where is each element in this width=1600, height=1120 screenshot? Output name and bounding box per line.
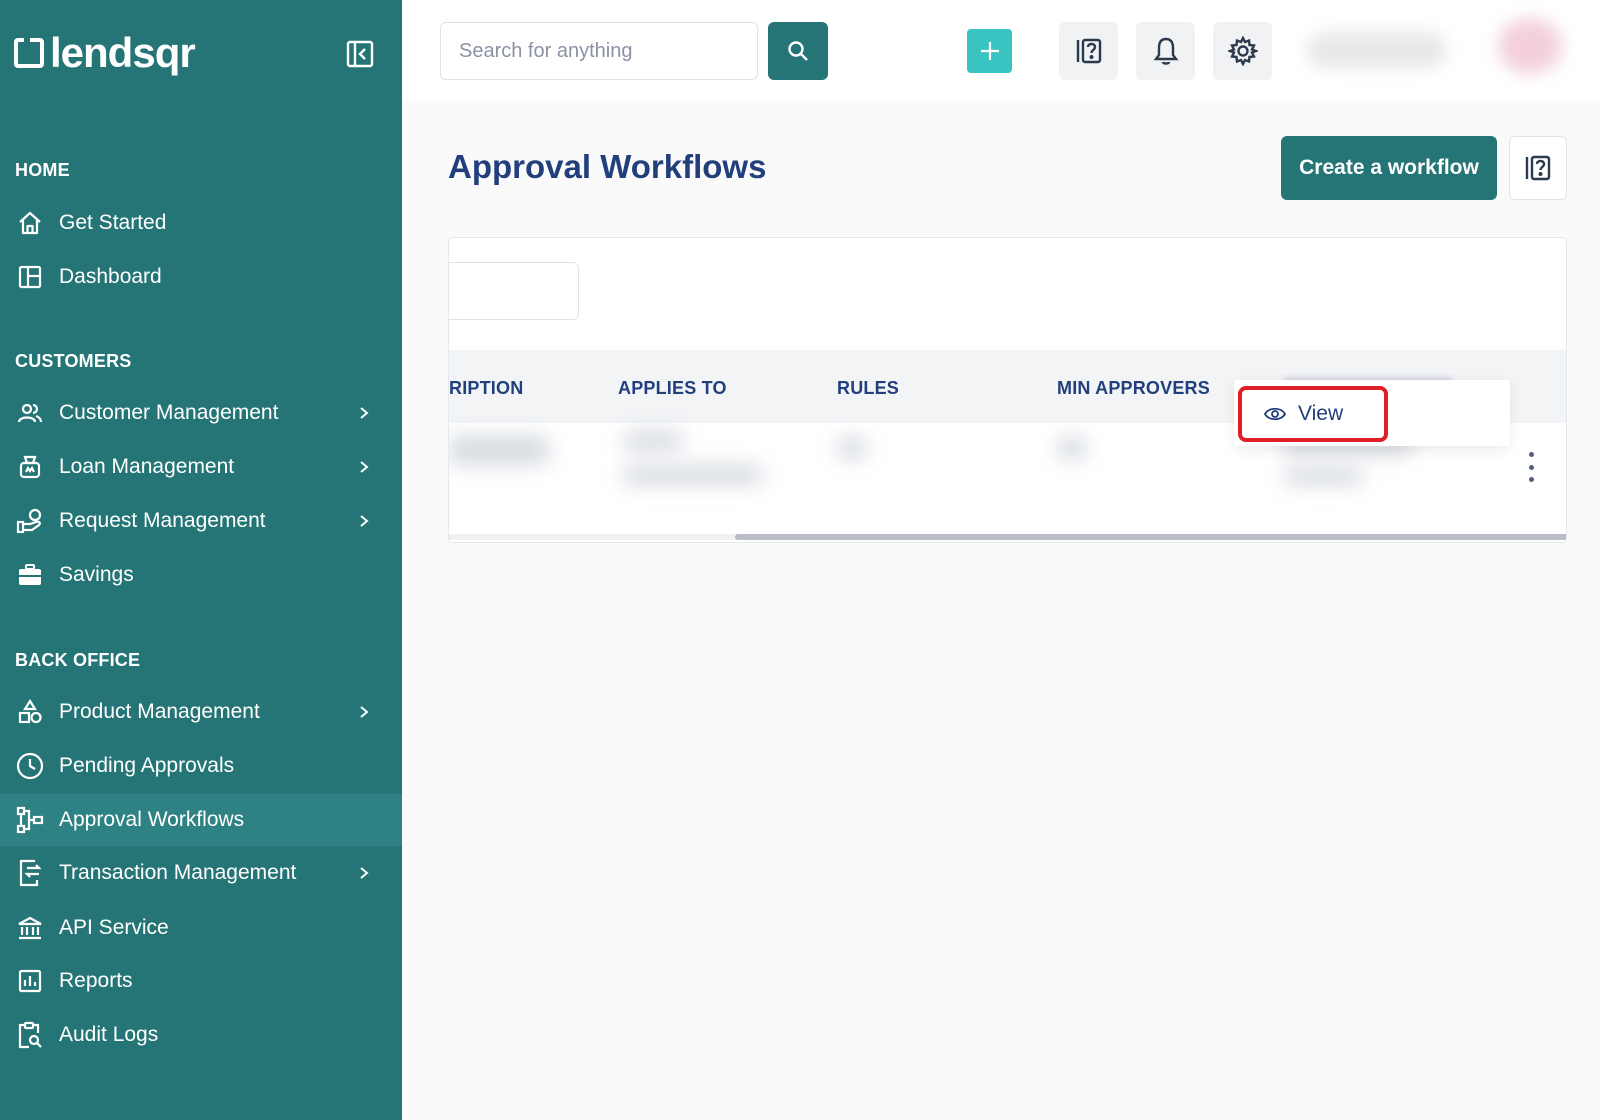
chevron-right-icon [356,459,372,475]
quick-add-button[interactable] [967,29,1012,73]
reports-icon [16,967,44,995]
sidebar-item-api-service[interactable]: API Service [0,902,402,954]
settings-button[interactable] [1213,22,1272,80]
eye-icon [1264,407,1286,421]
section-title-back-office: BACK OFFICE [15,650,141,670]
blurred-cell [1283,467,1363,485]
help-book-icon [1076,38,1101,64]
dashboard-icon [16,263,44,291]
sidebar-item-loan-management[interactable]: Loan Management [0,441,402,493]
search-icon [788,41,808,61]
chevron-right-icon [356,405,372,421]
page-title: Approval Workflows [448,148,767,185]
menu-item-label: View [1298,402,1344,425]
sidebar-item-dashboard[interactable]: Dashboard [0,251,402,303]
logo-mark-icon [14,38,44,68]
gear-icon [1227,36,1258,66]
top-bar [402,0,1600,100]
column-header-min-approvers[interactable]: MIN APPROVERS [1057,378,1210,399]
column-header-applies-to[interactable]: APPLIES TO [618,378,727,399]
section-title-home: HOME [15,160,70,180]
blurred-cell [623,431,683,451]
search-button[interactable] [768,22,828,80]
help-book-icon [1525,155,1551,181]
user-name-blurred[interactable] [1307,32,1447,68]
clock-icon [16,752,44,780]
sidebar-item-label: Product Management [59,700,260,723]
avatar[interactable] [1498,18,1562,74]
sidebar-item-customer-management[interactable]: Customer Management [0,387,402,439]
sidebar-item-label: Loan Management [59,455,235,478]
sidebar-item-get-started[interactable]: Get Started [0,197,402,249]
audit-icon [16,1021,44,1049]
sidebar-item-request-management[interactable]: Request Management [0,495,402,547]
sidebar-item-label: Approval Workflows [59,808,245,831]
search-field[interactable] [440,22,758,80]
sidebar-item-label: Audit Logs [59,1023,159,1046]
sidebar-item-savings[interactable]: Savings [0,549,402,601]
sidebar-item-pending-approvals[interactable]: Pending Approvals [0,740,402,792]
column-header-rules[interactable]: RULES [837,378,899,399]
blurred-cell [449,435,549,465]
blurred-cell [1057,437,1087,459]
table-filter-input[interactable] [449,262,579,320]
sidebar-item-label: Customer Management [59,401,279,424]
section-title-customers: CUSTOMERS [15,351,132,371]
sidebar-item-approval-workflows[interactable]: Approval Workflows [0,794,402,846]
sidebar-item-label: Request Management [59,509,266,532]
row-actions-kebab-icon[interactable] [1523,452,1539,482]
blurred-cell [837,437,867,459]
chevron-right-icon [356,865,372,881]
sidebar-item-audit-logs[interactable]: Audit Logs [0,1009,402,1061]
sidebar-item-label: Transaction Management [59,861,297,884]
page-help-button[interactable] [1509,136,1567,200]
create-workflow-button[interactable]: Create a workflow [1281,136,1497,200]
menu-item-view[interactable]: View [1238,386,1388,442]
users-icon [16,399,44,427]
sidebar-item-label: Savings [59,563,134,586]
brand-name: lendsqr [50,29,196,76]
horizontal-scrollbar-thumb[interactable] [735,534,1566,540]
brand-logo[interactable]: lendsqr [14,29,196,76]
column-header-description[interactable]: RIPTION [449,378,523,399]
loan-icon [16,453,44,481]
bank-icon [16,914,44,942]
sidebar-item-label: Reports [59,969,133,992]
workflow-icon [16,806,44,834]
bell-icon [1153,37,1178,65]
sidebar: lendsqr HOME Get Started Dashboard CUSTO… [0,0,402,1120]
request-icon [16,507,44,535]
sidebar-item-label: Pending Approvals [59,754,235,777]
notifications-button[interactable] [1136,22,1195,80]
collapse-sidebar-icon[interactable] [346,40,374,68]
sidebar-item-label: API Service [59,916,169,939]
chevron-right-icon [356,704,372,720]
briefcase-icon [16,561,44,589]
blurred-cell [623,465,763,485]
plus-icon [980,42,999,60]
sidebar-item-transaction-management[interactable]: Transaction Management [0,847,402,899]
sidebar-item-reports[interactable]: Reports [0,955,402,1007]
sidebar-item-label: Get Started [59,211,167,234]
help-button[interactable] [1059,22,1118,80]
chevron-right-icon [356,513,372,529]
home-icon [16,209,44,237]
shapes-icon [16,698,44,726]
sidebar-item-label: Dashboard [59,265,162,288]
row-actions-menu: View [1234,380,1510,446]
transaction-icon [16,859,44,887]
search-input[interactable] [459,39,757,63]
sidebar-item-product-management[interactable]: Product Management [0,686,402,738]
